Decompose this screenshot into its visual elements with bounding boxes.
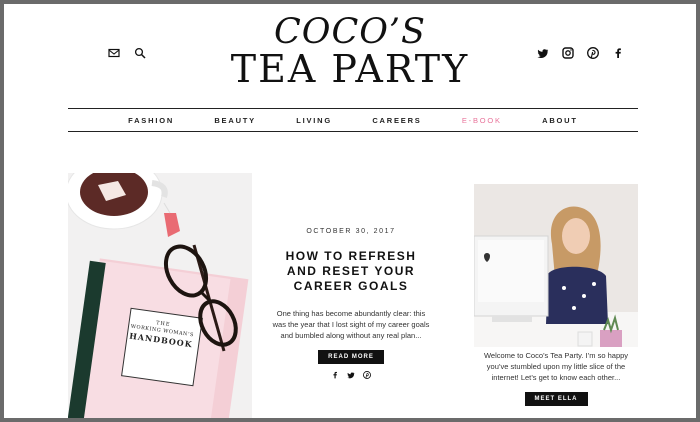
about-text: Welcome to Coco’s Tea Party. I’m so happ…: [483, 351, 629, 382]
logo-line2: TEA PARTY: [230, 47, 470, 91]
post-title-line1: HOW TO REFRESH: [285, 249, 417, 263]
instagram-icon[interactable]: [562, 47, 574, 59]
nav-item-fashion[interactable]: FASHION: [128, 116, 174, 125]
twitter-icon[interactable]: [537, 47, 549, 59]
page: COCO’S TEA PARTY FASHION BEAUTY LIVING C…: [4, 4, 696, 418]
nav-item-careers[interactable]: CAREERS: [372, 116, 421, 125]
facebook-icon[interactable]: [331, 371, 339, 379]
post-title-line2: AND RESET YOUR: [286, 264, 416, 278]
about-widget: Welcome to Coco’s Tea Party. I’m so happ…: [474, 350, 638, 406]
author-illustration: [474, 184, 638, 347]
header-left-icons: [108, 47, 146, 59]
nav-item-about[interactable]: ABOUT: [542, 116, 578, 125]
header-social-icons: [537, 47, 624, 59]
meet-ella-button[interactable]: MEET ELLA: [524, 392, 588, 406]
nav-item-living[interactable]: LIVING: [296, 116, 332, 125]
site-logo[interactable]: COCO’S TEA PARTY: [230, 14, 470, 88]
logo-line1: COCO’S: [273, 12, 427, 52]
nav-item-ebook[interactable]: E-BOOK: [462, 116, 502, 125]
featured-post-image[interactable]: THE WORKING WOMAN’S HANDBOOK: [68, 173, 252, 418]
read-more-button[interactable]: READ MORE: [318, 350, 384, 364]
post-date: OCTOBER 30, 2017: [306, 228, 396, 235]
nav-item-beauty[interactable]: BEAUTY: [214, 116, 256, 125]
post-excerpt: One thing has become abundantly clear: t…: [272, 309, 430, 340]
pinterest-icon[interactable]: [363, 371, 371, 379]
pinterest-icon[interactable]: [587, 47, 599, 59]
facebook-icon[interactable]: [612, 47, 624, 59]
main-nav: FASHION BEAUTY LIVING CAREERS E-BOOK ABO…: [68, 108, 638, 132]
post-share-icons: [272, 371, 430, 379]
flatlay-illustration: [68, 173, 252, 418]
mail-icon[interactable]: [108, 47, 120, 59]
search-icon[interactable]: [134, 47, 146, 59]
post-title-line3: CAREER GOALS: [293, 279, 409, 293]
twitter-icon[interactable]: [347, 371, 355, 379]
about-photo: [474, 184, 638, 347]
featured-post: OCTOBER 30, 2017 HOW TO REFRESH AND RESE…: [272, 228, 430, 379]
post-title[interactable]: HOW TO REFRESH AND RESET YOUR CAREER GOA…: [272, 249, 430, 294]
